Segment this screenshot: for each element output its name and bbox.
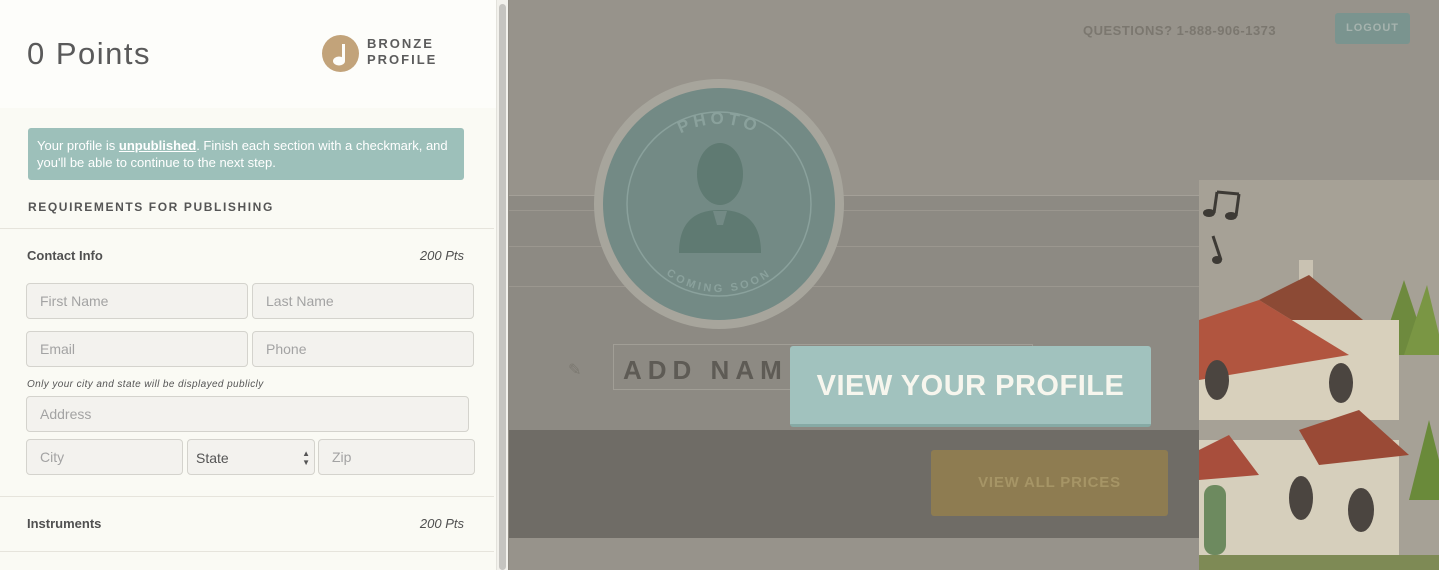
svg-text:COMING SOON: COMING SOON bbox=[664, 267, 774, 295]
requirements-heading: REQUIREMENTS FOR PUBLISHING bbox=[28, 200, 274, 214]
house-illustration bbox=[1199, 180, 1439, 570]
state-select[interactable]: State ▲ ▼ bbox=[187, 439, 315, 475]
pencil-icon: ✎ bbox=[568, 362, 582, 379]
points-total: 0 Points bbox=[27, 36, 152, 71]
badge-line-2: PROFILE bbox=[367, 52, 438, 67]
sidebar-header: 0 Points BRONZE PROFILE bbox=[0, 0, 496, 108]
profile-sidebar: 0 Points BRONZE PROFILE Your profile is … bbox=[0, 0, 496, 570]
divider bbox=[0, 496, 494, 497]
contact-info-points: 200 Pts bbox=[419, 248, 464, 263]
add-name-label: ADD NAM bbox=[623, 355, 788, 385]
notice-prefix: Your profile is bbox=[37, 138, 119, 153]
zip-field[interactable] bbox=[318, 439, 475, 475]
photo-placeholder: PHOTO COMING SOON bbox=[603, 88, 835, 320]
city-field[interactable] bbox=[26, 439, 183, 475]
divider bbox=[0, 228, 494, 229]
instruments-points: 200 Pts bbox=[419, 516, 464, 531]
select-arrows-icon: ▲ ▼ bbox=[302, 449, 310, 467]
logout-button[interactable]: LOGOUT bbox=[1335, 13, 1410, 44]
city-state-note: Only your city and state will be display… bbox=[27, 379, 264, 390]
state-select-value: State bbox=[196, 450, 229, 466]
profile-level-badge: BRONZE PROFILE bbox=[367, 36, 437, 68]
divider bbox=[0, 551, 494, 552]
profile-preview-background: QUESTIONS? 1-888-906-1373 LOGOUT PHOTO C… bbox=[509, 0, 1439, 570]
address-field[interactable] bbox=[26, 396, 469, 432]
instruments-title[interactable]: Instruments bbox=[27, 516, 101, 531]
photo-label-top: PHOTO bbox=[674, 109, 759, 137]
photo-label-bottom: COMING SOON bbox=[664, 267, 771, 295]
view-your-profile-button[interactable]: VIEW YOUR PROFILE bbox=[790, 346, 1151, 427]
email-field[interactable] bbox=[26, 331, 248, 367]
avatar-head-icon bbox=[697, 143, 743, 205]
phone-field[interactable] bbox=[252, 331, 474, 367]
view-all-prices-button[interactable]: VIEW ALL PRICES bbox=[931, 450, 1168, 516]
unpublished-notice: Your profile is unpublished. Finish each… bbox=[28, 128, 464, 180]
svg-text:PHOTO: PHOTO bbox=[674, 109, 763, 137]
badge-line-1: BRONZE bbox=[367, 36, 434, 51]
unpublished-link[interactable]: unpublished bbox=[119, 138, 196, 153]
music-note-icon bbox=[322, 35, 359, 72]
scrollbar-thumb[interactable] bbox=[499, 4, 506, 570]
support-phone: QUESTIONS? 1-888-906-1373 bbox=[1083, 23, 1277, 38]
first-name-field[interactable] bbox=[26, 283, 248, 319]
last-name-field[interactable] bbox=[252, 283, 474, 319]
contact-info-title: Contact Info bbox=[27, 248, 103, 263]
sidebar-scrollbar[interactable] bbox=[496, 0, 508, 570]
